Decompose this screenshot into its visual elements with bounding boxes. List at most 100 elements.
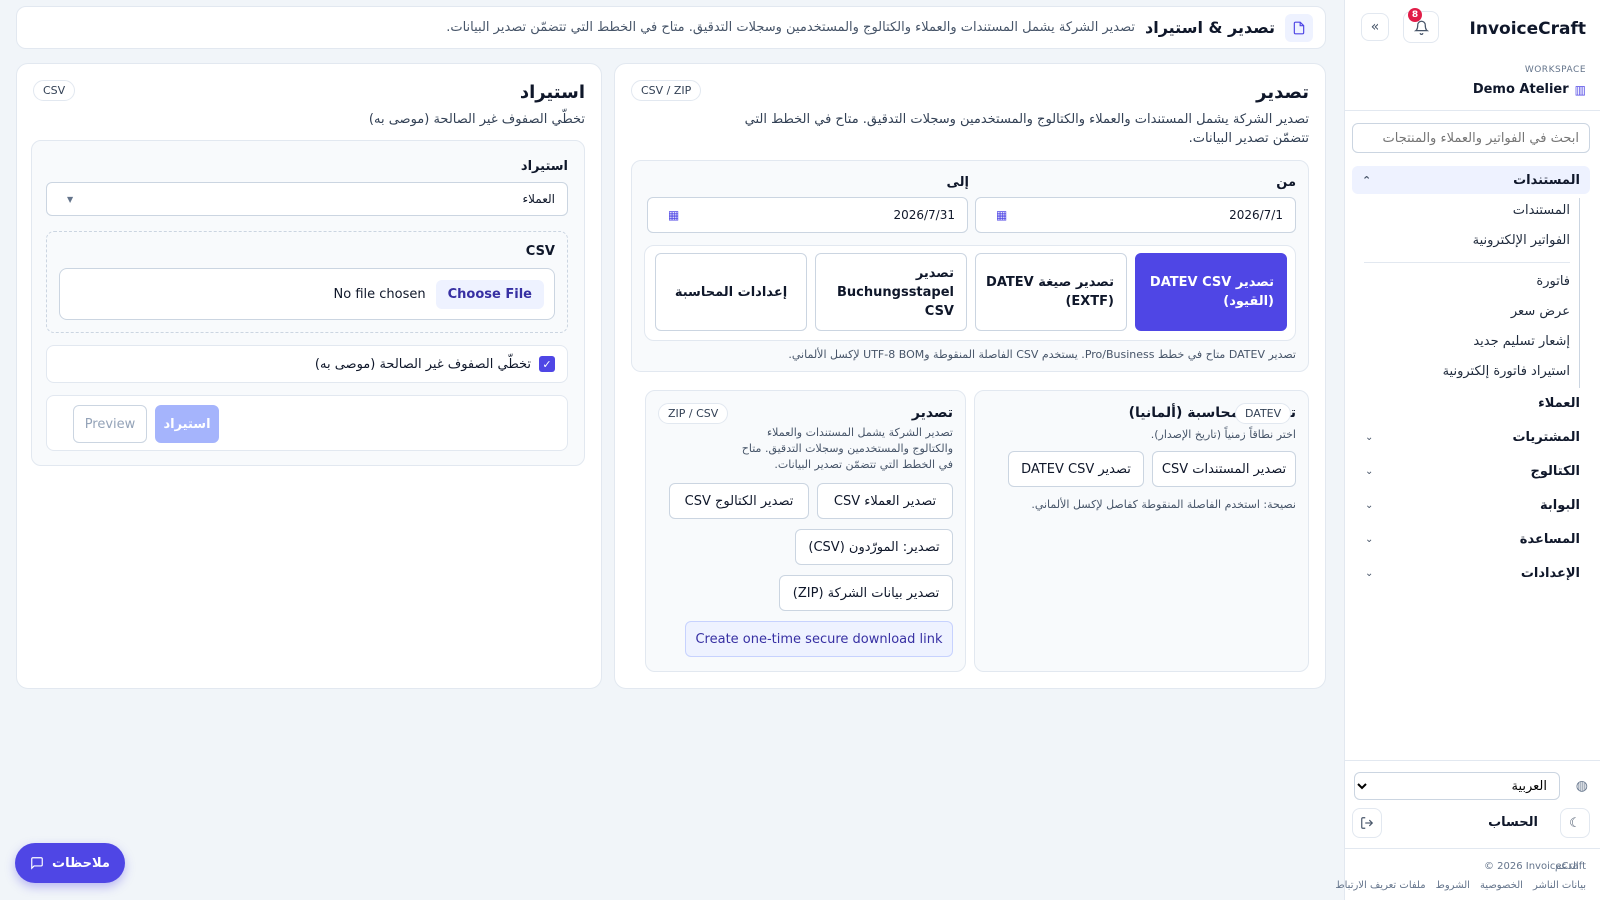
to-date-input[interactable]: 2026/7/31 ▦ — [647, 197, 968, 233]
datev-csv-button[interactable]: تصدير DATEV CSV — [1008, 451, 1144, 487]
support-link[interactable]: الدعم — [1555, 861, 1579, 872]
nav-portal[interactable]: البوابة ⌄ — [1365, 498, 1580, 513]
skip-invalid-label: تخطّي الصفوف غير الصالحة (موصى به) — [314, 356, 531, 372]
data-export-card: تصدير ZIP / CSV تصدير الشركة يشمل المستن… — [645, 390, 966, 672]
buchungsstapel-export-button[interactable]: تصدير Buchungsstapel CSV — [815, 253, 967, 331]
datev-extf-export-button[interactable]: تصدير صيغة DATEV (EXTF) — [975, 253, 1127, 331]
notifications-button[interactable]: 8 — [1403, 8, 1439, 43]
choose-file-button[interactable]: Choose File — [435, 279, 544, 309]
export-title: تصدير — [1256, 82, 1309, 103]
import-target-value: العملاء — [522, 192, 555, 206]
logout-icon — [1361, 817, 1374, 829]
accounting-tip: نصيحة: استخدم الفاصلة المنقوطة كفاصل لإك… — [1031, 498, 1296, 511]
datev-panel: من إلى 2026/7/1 ▦ 2026/7/31 ▦ تصدير DATE… — [631, 160, 1309, 372]
accounting-hint: اختر نطاقاً زمنياً (تاريخ الإصدار). — [1150, 428, 1296, 441]
from-date-value: 2026/7/1 — [1229, 208, 1283, 222]
datev-note: تصدير DATEV متاح في خطط Pro/Business. يس… — [788, 348, 1296, 361]
notification-badge: 8 — [1408, 8, 1422, 22]
import-panel: استيراد العملاء ▼ CSV Choose File No fil… — [31, 140, 585, 466]
logout-button[interactable] — [1352, 808, 1382, 838]
skip-invalid-checkbox[interactable]: ✓ — [539, 356, 555, 372]
nav-purchases-label: المشتريات — [1512, 430, 1580, 445]
export-description: تصدير الشركة يشمل المستندات والعملاء وال… — [744, 112, 1309, 146]
subnav-import-einvoice[interactable]: استيراد فاتورة إلكترونية — [1443, 364, 1570, 379]
nav-catalog-label: الكتالوج — [1530, 464, 1581, 479]
footer-link-cookies[interactable]: ملفات تعريف الارتباط — [1335, 880, 1425, 891]
search-input[interactable] — [1352, 123, 1590, 153]
subnav-guide — [1579, 198, 1580, 388]
subnav-invoice[interactable]: فاتورة — [1536, 274, 1570, 289]
to-label: إلى — [946, 175, 970, 190]
import-submit-button[interactable]: استيراد — [155, 405, 219, 443]
language-select[interactable]: العربية — [1354, 772, 1560, 800]
chevrons-right-icon: » — [1370, 19, 1380, 35]
nav-catalog[interactable]: الكتالوج ⌄ — [1365, 464, 1580, 479]
page-header: تصدير & استيراد تصدير الشركة يشمل المستن… — [16, 6, 1326, 49]
import-actions: استيراد Preview — [46, 395, 568, 451]
collapse-sidebar-button[interactable]: » — [1361, 13, 1389, 41]
chevron-up-icon: ⌃ — [1362, 173, 1372, 187]
nav-purchases[interactable]: المشتريات ⌄ — [1365, 430, 1580, 445]
nav-documents-label: المستندات — [1513, 172, 1580, 188]
brand-row: InvoiceCraft — [1470, 12, 1586, 46]
page-description: تصدير الشركة يشمل المستندات والعملاء وال… — [446, 20, 1135, 35]
footer-link-privacy[interactable]: الخصوصية — [1480, 880, 1523, 891]
import-target-label: استيراد — [520, 159, 568, 174]
import-target-select[interactable]: العملاء ▼ — [46, 182, 568, 216]
datev-chip: DATEV — [1235, 403, 1292, 424]
footer-links: بيانات الناشر الخصوصية الشروط ملفات تعري… — [1335, 880, 1586, 891]
from-label: من — [1276, 175, 1296, 190]
nav-settings[interactable]: الإعدادات ⌄ — [1365, 566, 1580, 581]
customers-csv-export-button[interactable]: تصدير العملاء CSV — [817, 483, 953, 519]
notes-button[interactable]: ملاحظات — [15, 843, 125, 883]
subnav-delivery-note[interactable]: إشعار تسليم جديد — [1473, 334, 1570, 349]
sidebar: InvoiceCraft 8 » WORKSPACE Demo Atelier … — [1335, 0, 1600, 900]
accounting-settings-button[interactable]: إعدادات المحاسبة — [655, 253, 807, 331]
chevron-down-icon: ⌄ — [1365, 432, 1374, 443]
nav-settings-label: الإعدادات — [1520, 566, 1580, 581]
calendar-icon: ▦ — [996, 208, 1008, 222]
subnav-einvoices[interactable]: الفواتير الإلكترونية — [1473, 233, 1570, 248]
catalog-csv-export-button[interactable]: تصدير الكتالوج CSV — [669, 483, 809, 519]
subnav-quote[interactable]: عرض سعر — [1511, 304, 1570, 319]
nav-help[interactable]: المساعدة ⌄ — [1365, 532, 1580, 547]
from-date-input[interactable]: 2026/7/1 ▦ — [975, 197, 1296, 233]
globe-icon: ◍ — [1575, 778, 1588, 794]
import-subtitle: تخطّي الصفوف غير الصالحة (موصى به) — [368, 112, 585, 127]
workspace-switcher[interactable]: Demo Atelier ▥ — [1473, 82, 1586, 97]
preview-button[interactable]: Preview — [73, 405, 147, 443]
suppliers-csv-export-button[interactable]: تصدير: المورّدون (CSV) — [795, 529, 953, 565]
nav-portal-label: البوابة — [1539, 498, 1580, 513]
datev-buttons-group: تصدير DATEV CSV (القيود) تصدير صيغة DATE… — [644, 245, 1296, 341]
datev-csv-export-button[interactable]: تصدير DATEV CSV (القيود) — [1135, 253, 1287, 331]
csv-file-input[interactable]: Choose File No file chosen — [59, 268, 555, 320]
to-date-value: 2026/7/31 — [893, 208, 955, 222]
chevron-down-icon: ⌄ — [1365, 568, 1374, 579]
data-export-description: تصدير الشركة يشمل المستندات والعملاء وال… — [741, 426, 953, 471]
sidebar-footer-divider — [1345, 760, 1600, 761]
workspace-name: Demo Atelier — [1472, 82, 1569, 97]
calendar-icon: ▦ — [668, 208, 680, 222]
theme-toggle-button[interactable]: ☾ — [1560, 808, 1590, 838]
data-export-title: تصدير — [911, 405, 953, 421]
footer-link-terms[interactable]: الشروط — [1436, 880, 1470, 891]
nav-documents-group[interactable]: المستندات ⌃ — [1352, 166, 1590, 194]
file-icon — [1285, 13, 1313, 42]
company-zip-export-button[interactable]: تصدير بيانات الشركة (ZIP) — [779, 575, 953, 611]
subnav-separator — [1364, 262, 1570, 263]
footer-link-imprint[interactable]: بيانات الناشر — [1533, 880, 1586, 891]
chat-icon — [31, 857, 43, 870]
sidebar-bottom-divider — [1345, 848, 1600, 849]
secure-download-link-button[interactable]: Create one-time secure download link — [685, 621, 953, 657]
nav-customers[interactable]: العملاء — [1365, 396, 1580, 411]
import-card: استيراد CSV تخطّي الصفوف غير الصالحة (مو… — [16, 63, 602, 689]
documents-csv-export-button[interactable]: تصدير المستندات CSV — [1152, 451, 1296, 487]
accounting-export-card: تصدير المحاسبة (ألمانيا) DATEV اختر نطاق… — [974, 390, 1309, 672]
no-file-text: No file chosen — [333, 286, 426, 302]
account-link[interactable]: الحساب — [1488, 815, 1538, 830]
csv-dropzone: CSV Choose File No file chosen — [46, 231, 568, 333]
subnav-documents[interactable]: المستندات — [1513, 203, 1570, 218]
brand-logo: InvoiceCraft — [1469, 19, 1586, 39]
account-row: ☾ الحساب — [1352, 808, 1590, 838]
export-format-chip: CSV / ZIP — [631, 80, 702, 101]
